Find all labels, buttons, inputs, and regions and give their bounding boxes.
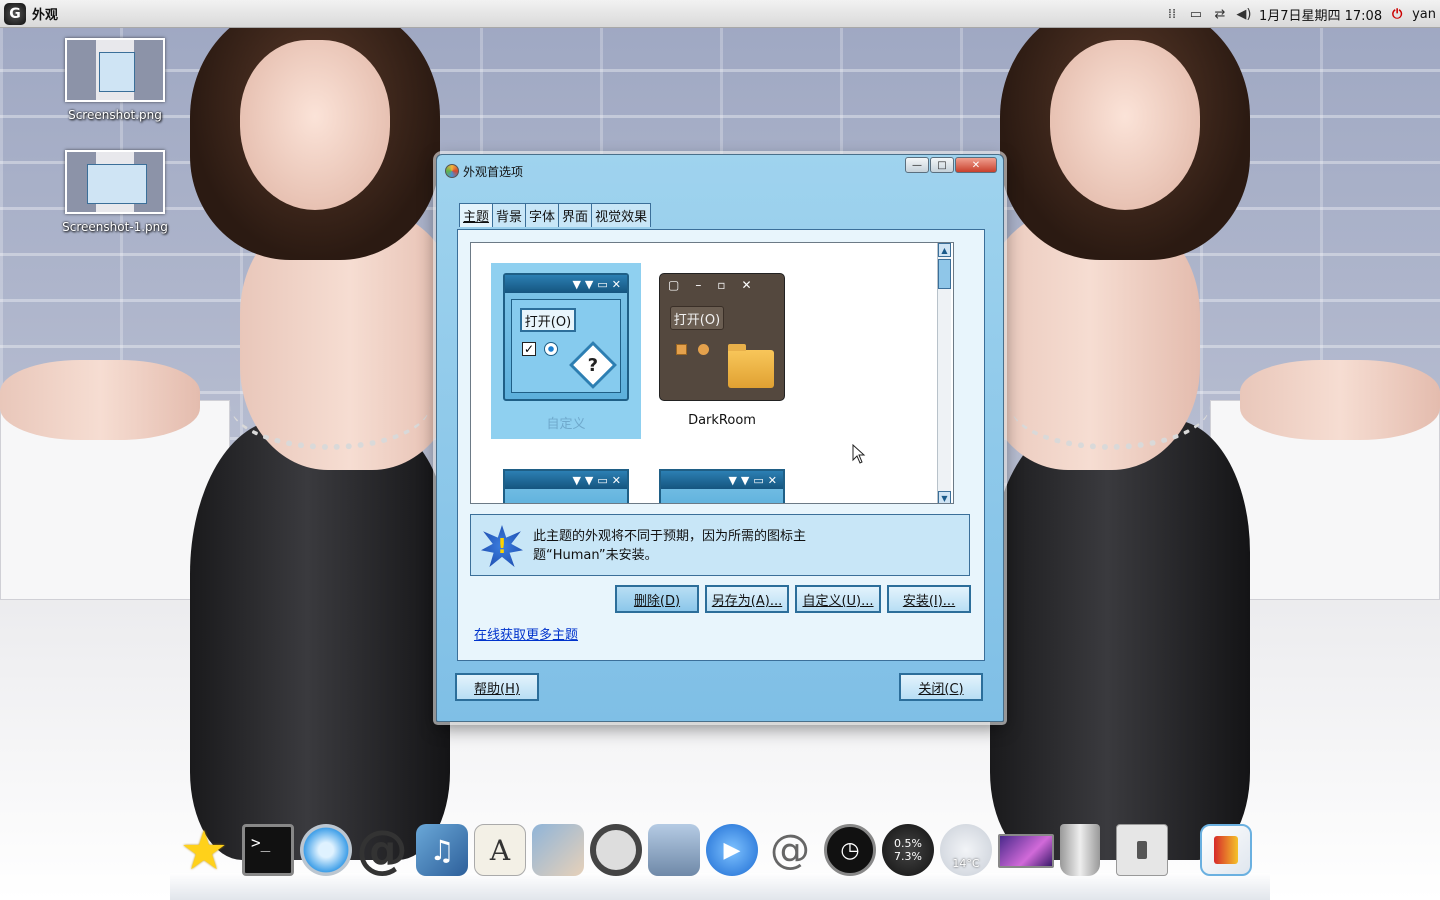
close-window-button[interactable]: ✕: [955, 157, 997, 173]
appearance-preferences-dialog: 外观首选项 — □ ✕ 主题 背景 字体 界面 视觉效果 ▼ ▼ ▭ ✕ 打开(O) …: [436, 154, 1004, 722]
trash-icon[interactable]: [1060, 824, 1100, 876]
get-more-themes-link[interactable]: 在线获取更多主题: [474, 624, 578, 643]
tab-background[interactable]: 背景: [492, 203, 527, 227]
preview-checkbox-icon: [676, 344, 687, 355]
network-icon[interactable]: ⇄: [1211, 5, 1229, 23]
scroll-down-icon[interactable]: ▼: [938, 491, 951, 503]
theme-list-scrollbar[interactable]: ▲ ▼: [937, 243, 951, 503]
theme-item-custom[interactable]: ▼ ▼ ▭ ✕ 打开(O) ✓ ? 自定义: [491, 263, 641, 439]
grip-icon: ⁞⁞: [1167, 6, 1177, 22]
paint-icon[interactable]: [1200, 824, 1252, 876]
window-controls: — □ ✕: [905, 157, 997, 173]
theme-preview-custom: ▼ ▼ ▭ ✕ 打开(O) ✓ ?: [503, 273, 629, 401]
spring-icon[interactable]: @: [764, 824, 816, 876]
tab-theme[interactable]: 主题: [459, 203, 494, 227]
warning-icon: !: [481, 525, 523, 567]
install-button[interactable]: 安装(I)...: [887, 585, 971, 613]
question-icon: ?: [568, 340, 618, 390]
save-as-button-label: 另存为(A)...: [711, 593, 783, 609]
dock-shelf: [170, 872, 1270, 900]
theme-preview-darkroom: ▢ – ▫ ✕ 打开(O): [659, 273, 785, 401]
dialog-title: 外观首选项: [463, 164, 524, 179]
font-book-icon[interactable]: A: [474, 824, 526, 876]
tab-interface[interactable]: 界面: [558, 203, 593, 227]
wallpaper-figure-right: [960, 0, 1440, 900]
missing-icon-theme-warning: ! 此主题的外观将不同于预期，因为所需的图标主 题“Human”未安装。: [470, 514, 970, 576]
preview-checkbox-icon: ✓: [522, 342, 536, 356]
user-name[interactable]: yan: [1412, 7, 1436, 22]
memory-meter-value: 7.3%: [894, 850, 922, 863]
tab-visual-effects[interactable]: 视觉效果: [591, 203, 652, 227]
theme-tab-panel: ▼ ▼ ▭ ✕ 打开(O) ✓ ? 自定义 ▢ – ▫ ✕ 打开(O) Dark…: [457, 229, 985, 661]
system-tray: ⁞⁞ ▭ ⇄ ◀) 1月7日星期四 17:08 ⏻ yan: [1163, 0, 1436, 28]
preview-open-button: 打开(O): [670, 306, 724, 330]
app-menu[interactable]: G 外观: [0, 2, 58, 25]
tab-fonts[interactable]: 字体: [525, 203, 560, 227]
mail-stamp-icon[interactable]: [648, 824, 700, 876]
light-switch-icon[interactable]: [1116, 824, 1168, 876]
preview-open-button: 打开(O): [520, 308, 576, 332]
scroll-thumb[interactable]: [938, 259, 951, 289]
tab-bar: 主题 背景 字体 界面 视觉效果: [459, 203, 652, 227]
warning-line-2: 题“Human”未安装。: [533, 548, 658, 563]
customize-button-label: 自定义(U)...: [802, 593, 874, 609]
appearance-app-icon: [445, 164, 459, 178]
theme-name: DarkRoom: [688, 413, 756, 428]
close-button-label: 关闭(C): [918, 681, 964, 697]
theme-list[interactable]: ▼ ▼ ▭ ✕ 打开(O) ✓ ? 自定义 ▢ – ▫ ✕ 打开(O) Dark…: [470, 242, 954, 504]
monitor-icon[interactable]: ▭: [1187, 5, 1205, 23]
theme-item-partial-2[interactable]: ▼ ▼ ▭ ✕: [659, 469, 785, 503]
folder-icon: [728, 344, 774, 388]
cpu-meter-value: 0.5%: [894, 837, 922, 850]
preview-radio-icon: [698, 344, 709, 355]
weather-temperature: 14°C: [952, 857, 980, 870]
warning-text: 此主题的外观将不同于预期，因为所需的图标主 题“Human”未安装。: [533, 527, 823, 565]
system-meter-icon[interactable]: 0.5% 7.3%: [882, 824, 934, 876]
active-app-title[interactable]: 外观: [32, 4, 58, 23]
clock-icon[interactable]: ◷: [824, 824, 876, 876]
maximize-button[interactable]: □: [930, 157, 954, 173]
gimp-logo-icon[interactable]: G: [4, 2, 26, 25]
warning-line-1: 此主题的外观将不同于预期，因为所需的图标主: [533, 529, 807, 544]
desktop-file-screenshot-1[interactable]: Screenshot-1.png: [55, 150, 175, 234]
desktop-file-label: Screenshot-1.png: [62, 220, 168, 234]
theme-item-darkroom[interactable]: ▢ – ▫ ✕ 打开(O) DarkRoom: [647, 263, 797, 439]
theme-name: 自定义: [546, 417, 586, 432]
dock: ★ >_ @ ♫ A ▶ @ ◷ 0.5% 7.3% 14°C: [170, 819, 1270, 900]
ichat-icon[interactable]: ▶: [706, 824, 758, 876]
preview-icon[interactable]: [532, 824, 584, 876]
power-icon[interactable]: ⏻: [1388, 5, 1406, 23]
desktop-file-screenshot[interactable]: Screenshot.png: [55, 38, 175, 122]
minimize-button[interactable]: —: [905, 157, 929, 173]
headphones-icon[interactable]: [590, 824, 642, 876]
install-button-label: 安装(I)...: [902, 593, 956, 609]
wallpaper-icon[interactable]: [998, 834, 1054, 868]
image-thumbnail-icon: [65, 150, 165, 214]
itunes-icon[interactable]: ♫: [416, 824, 468, 876]
top-panel: G 外观 ⁞⁞ ▭ ⇄ ◀) 1月7日星期四 17:08 ⏻ yan: [0, 0, 1440, 28]
dialog-titlebar[interactable]: 外观首选项 — □ ✕: [437, 155, 1003, 187]
scroll-up-icon[interactable]: ▲: [938, 243, 951, 257]
delete-button[interactable]: 删除(D): [615, 585, 699, 613]
volume-icon[interactable]: ◀): [1235, 5, 1253, 23]
weather-icon[interactable]: 14°C: [940, 824, 992, 876]
safari-icon[interactable]: [300, 824, 352, 876]
mouse-cursor-icon: [852, 444, 866, 464]
help-button-label: 帮助(H): [474, 681, 520, 697]
close-button[interactable]: 关闭(C): [899, 673, 983, 701]
desktop-file-label: Screenshot.png: [68, 108, 162, 122]
customize-button[interactable]: 自定义(U)...: [795, 585, 881, 613]
star-icon[interactable]: ★: [178, 819, 230, 882]
theme-item-partial-1[interactable]: ▼ ▼ ▭ ✕: [503, 469, 629, 503]
wallpaper-figure-left: [0, 0, 480, 900]
image-thumbnail-icon: [65, 38, 165, 102]
preview-radio-icon: [544, 342, 558, 356]
delete-button-label: 删除(D): [633, 593, 681, 609]
mail-at-icon[interactable]: @: [356, 820, 408, 880]
terminal-icon[interactable]: >_: [242, 824, 294, 876]
help-button[interactable]: 帮助(H): [455, 673, 539, 701]
save-as-button[interactable]: 另存为(A)...: [705, 585, 789, 613]
datetime-clock[interactable]: 1月7日星期四 17:08: [1259, 5, 1382, 24]
